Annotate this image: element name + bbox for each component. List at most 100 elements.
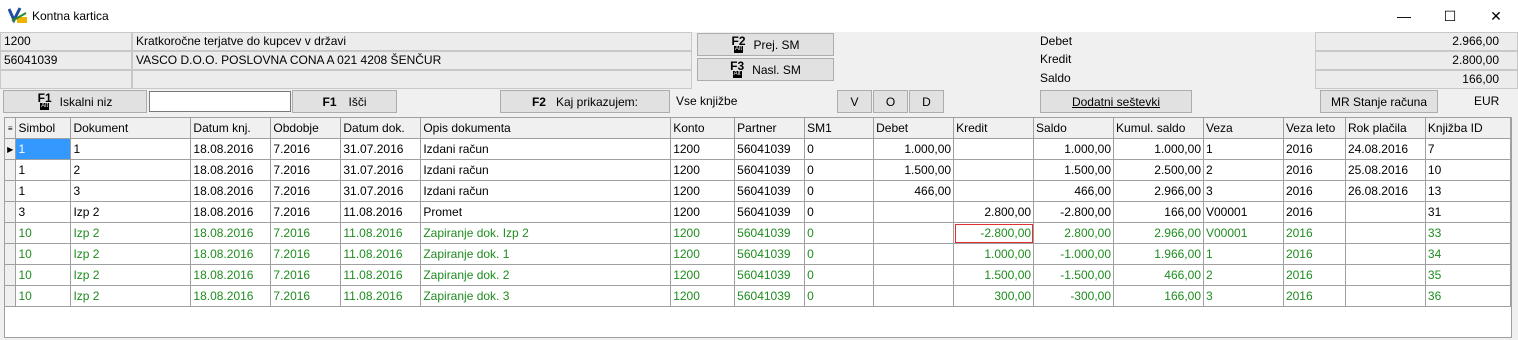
table-cell[interactable]: 166,00 bbox=[1113, 201, 1204, 223]
column-header[interactable]: Rok plačila bbox=[1345, 118, 1426, 139]
column-header[interactable]: Veza leto bbox=[1283, 118, 1346, 139]
table-cell[interactable]: 7.2016 bbox=[270, 180, 342, 202]
table-cell[interactable]: 2.500,00 bbox=[1113, 159, 1204, 181]
table-cell[interactable]: 2.800,00 bbox=[953, 201, 1035, 223]
column-header[interactable]: Obdobje bbox=[270, 118, 342, 139]
table-cell[interactable]: 1200 bbox=[670, 222, 736, 244]
table-cell[interactable]: 35 bbox=[1425, 264, 1511, 286]
table-cell[interactable]: 56041039 bbox=[734, 264, 806, 286]
column-header[interactable]: Knjižba ID bbox=[1425, 118, 1511, 139]
search-string-button[interactable]: F1 Alt Iskalni niz bbox=[3, 90, 147, 113]
column-chooser-icon[interactable]: ≡ bbox=[5, 118, 17, 139]
table-cell[interactable]: 56041039 bbox=[734, 243, 806, 265]
table-row[interactable]: 10 Izp 2 18.08.2016 7.2016 11.08.2016 Zapiran… bbox=[5, 243, 1511, 265]
table-cell[interactable]: 1200 bbox=[670, 201, 736, 223]
table-cell[interactable]: 1.966,00 bbox=[1113, 243, 1204, 265]
table-cell[interactable] bbox=[873, 222, 955, 244]
table-cell[interactable]: 18.08.2016 bbox=[190, 159, 272, 181]
table-cell[interactable]: 1200 bbox=[670, 285, 736, 307]
table-cell[interactable]: Izdani račun bbox=[420, 138, 672, 160]
close-button[interactable]: ✕ bbox=[1482, 4, 1510, 28]
table-cell[interactable]: Promet bbox=[420, 201, 672, 223]
table-cell[interactable]: 10 bbox=[15, 243, 72, 265]
table-cell[interactable]: 466,00 bbox=[873, 180, 955, 202]
table-cell[interactable]: Izp 2 bbox=[70, 264, 192, 286]
table-cell[interactable]: 3 bbox=[1203, 180, 1284, 202]
table-cell[interactable]: 2016 bbox=[1283, 138, 1346, 160]
table-cell[interactable]: 18.08.2016 bbox=[190, 180, 272, 202]
table-row[interactable]: 10 Izp 2 18.08.2016 7.2016 11.08.2016 Zapiran… bbox=[5, 222, 1511, 244]
table-cell[interactable]: 33 bbox=[1425, 222, 1511, 244]
table-cell[interactable]: 2 bbox=[1203, 264, 1284, 286]
table-cell[interactable]: 0 bbox=[804, 222, 875, 244]
table-cell[interactable] bbox=[1345, 243, 1426, 265]
table-cell[interactable]: 2.966,00 bbox=[1113, 222, 1204, 244]
table-cell[interactable]: 1200 bbox=[670, 138, 736, 160]
table-cell[interactable]: 56041039 bbox=[734, 201, 806, 223]
table-cell[interactable]: 7.2016 bbox=[270, 159, 342, 181]
table-cell[interactable]: Izp 2 bbox=[70, 285, 192, 307]
table-cell[interactable]: 2.800,00 bbox=[1033, 222, 1115, 244]
table-cell[interactable]: 0 bbox=[804, 243, 875, 265]
table-cell[interactable]: 56041039 bbox=[734, 180, 806, 202]
table-cell[interactable]: 0 bbox=[804, 138, 875, 160]
table-cell[interactable]: 18.08.2016 bbox=[190, 264, 272, 286]
table-cell[interactable]: 36 bbox=[1425, 285, 1511, 307]
table-cell[interactable]: 466,00 bbox=[1033, 180, 1115, 202]
table-cell[interactable]: 31 bbox=[1425, 201, 1511, 223]
table-cell[interactable]: 1.500,00 bbox=[1033, 159, 1115, 181]
table-cell[interactable]: Izdani račun bbox=[420, 180, 672, 202]
table-cell[interactable]: 10 bbox=[15, 285, 72, 307]
table-cell[interactable]: 0 bbox=[804, 180, 875, 202]
table-cell[interactable]: 1200 bbox=[670, 159, 736, 181]
table-cell[interactable]: 26.08.2016 bbox=[1345, 180, 1426, 202]
prev-sm-button[interactable]: F2 Alt Prej. SM bbox=[697, 33, 834, 56]
row-indicator[interactable] bbox=[5, 201, 17, 223]
filter-o-button[interactable]: O bbox=[873, 90, 908, 113]
table-cell[interactable]: 31.07.2016 bbox=[340, 159, 422, 181]
row-indicator[interactable] bbox=[5, 285, 17, 307]
column-header[interactable]: Dokument bbox=[70, 118, 192, 139]
table-cell[interactable]: 18.08.2016 bbox=[190, 285, 272, 307]
table-cell[interactable]: 1 bbox=[1203, 243, 1284, 265]
table-cell[interactable]: Zapiranje dok. 2 bbox=[420, 264, 672, 286]
column-header[interactable]: Veza bbox=[1203, 118, 1284, 139]
table-cell[interactable]: 1 bbox=[1203, 138, 1284, 160]
table-cell[interactable]: 24.08.2016 bbox=[1345, 138, 1426, 160]
table-cell[interactable]: 1.000,00 bbox=[953, 243, 1035, 265]
column-header[interactable]: Konto bbox=[670, 118, 736, 139]
column-header[interactable]: Opis dokumenta bbox=[420, 118, 672, 139]
table-cell[interactable]: 1200 bbox=[670, 243, 736, 265]
table-cell[interactable]: -2.800,00 bbox=[1033, 201, 1115, 223]
table-cell[interactable]: 1 bbox=[15, 159, 72, 181]
column-header[interactable]: SM1 bbox=[804, 118, 875, 139]
search-input[interactable] bbox=[149, 91, 291, 112]
table-cell[interactable]: -300,00 bbox=[1033, 285, 1115, 307]
table-cell[interactable]: 1.500,00 bbox=[953, 264, 1035, 286]
table-row[interactable]: 10 Izp 2 18.08.2016 7.2016 11.08.2016 Zapiran… bbox=[5, 264, 1511, 286]
minimize-button[interactable]: — bbox=[1390, 4, 1418, 28]
column-header[interactable]: Datum dok. bbox=[340, 118, 422, 139]
table-cell[interactable]: 0 bbox=[804, 201, 875, 223]
table-cell[interactable]: 18.08.2016 bbox=[190, 243, 272, 265]
table-cell[interactable]: 1 bbox=[70, 138, 192, 160]
table-cell[interactable]: 166,00 bbox=[1113, 285, 1204, 307]
table-cell[interactable]: 0 bbox=[804, 285, 875, 307]
table-cell[interactable] bbox=[953, 159, 1035, 181]
table-cell[interactable]: 2016 bbox=[1283, 243, 1346, 265]
table-row[interactable]: 3 Izp 2 18.08.2016 7.2016 11.08.2016 Promet 12… bbox=[5, 201, 1511, 223]
row-indicator[interactable] bbox=[5, 243, 17, 265]
table-cell[interactable]: 18.08.2016 bbox=[190, 138, 272, 160]
table-cell[interactable]: 2 bbox=[1203, 159, 1284, 181]
table-cell[interactable]: Zapiranje dok. 3 bbox=[420, 285, 672, 307]
table-cell[interactable]: 2016 bbox=[1283, 201, 1346, 223]
table-cell[interactable]: 56041039 bbox=[734, 138, 806, 160]
column-header[interactable]: Kredit bbox=[953, 118, 1035, 139]
column-header[interactable]: Datum knj. bbox=[190, 118, 272, 139]
show-mode-button[interactable]: F2 Kaj prikazujem: bbox=[500, 90, 670, 113]
table-cell[interactable]: 2016 bbox=[1283, 285, 1346, 307]
table-row[interactable]: 1 3 18.08.2016 7.2016 31.07.2016 Izdani račun… bbox=[5, 180, 1511, 202]
table-cell[interactable]: 2016 bbox=[1283, 159, 1346, 181]
table-cell[interactable]: 10 bbox=[1425, 159, 1511, 181]
next-sm-button[interactable]: F3 Alt Nasl. SM bbox=[697, 58, 834, 81]
